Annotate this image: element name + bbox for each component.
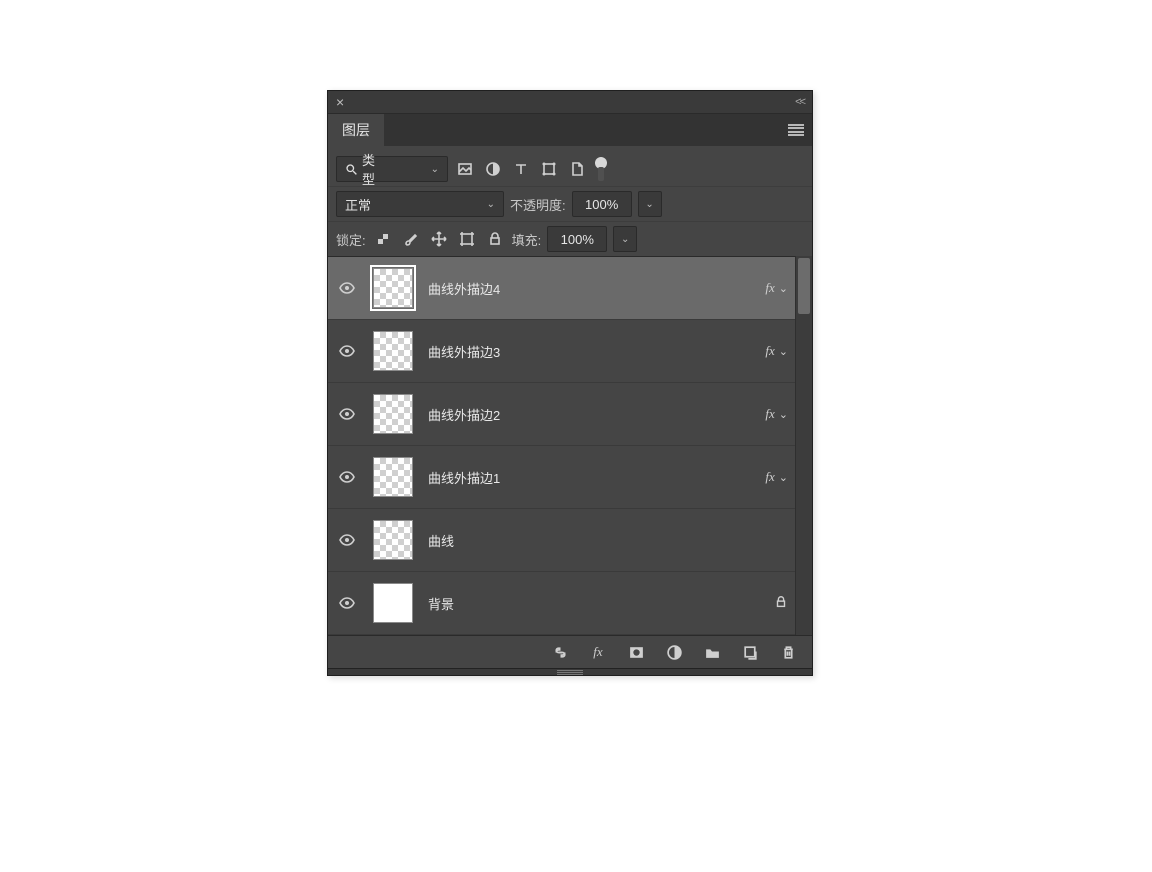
panel-footer: fx bbox=[328, 635, 812, 668]
opacity-dropdown-button[interactable]: ⌄ bbox=[638, 191, 662, 217]
opacity-label: 不透明度: bbox=[510, 195, 566, 214]
layer-name[interactable]: 背景 bbox=[420, 594, 774, 613]
fx-icon[interactable]: fx bbox=[588, 642, 608, 662]
layer-name[interactable]: 曲线外描边3 bbox=[420, 342, 765, 361]
link-icon[interactable] bbox=[550, 642, 570, 662]
layer-row[interactable]: 曲线外描边1fx ⌄ bbox=[328, 446, 812, 509]
smartobject-filter-icon[interactable] bbox=[566, 158, 588, 180]
artboard-lock-icon[interactable] bbox=[456, 228, 478, 250]
fx-indicator: fx bbox=[765, 280, 774, 296]
adjustment-icon[interactable] bbox=[664, 642, 684, 662]
layer-thumbnail[interactable] bbox=[373, 394, 413, 434]
chevron-down-icon: ⌄ bbox=[431, 164, 439, 175]
layer-thumbnail[interactable] bbox=[373, 331, 413, 371]
layer-name[interactable]: 曲线外描边1 bbox=[420, 468, 765, 487]
close-icon[interactable]: × bbox=[336, 95, 344, 109]
visibility-icon[interactable] bbox=[336, 403, 358, 425]
filter-toggle[interactable] bbox=[594, 157, 608, 181]
layer-thumbnail[interactable] bbox=[373, 583, 413, 623]
layer-name[interactable]: 曲线外描边4 bbox=[420, 279, 765, 298]
panel-header: × << bbox=[328, 91, 812, 114]
chevron-down-icon[interactable]: ⌄ bbox=[779, 408, 788, 421]
search-icon bbox=[345, 163, 358, 176]
lock-row: 锁定: 填充: 100% ⌄ bbox=[328, 221, 812, 256]
lock-label: 锁定: bbox=[336, 230, 366, 249]
fill-label: 填充: bbox=[512, 230, 542, 249]
chevron-down-icon[interactable]: ⌄ bbox=[779, 345, 788, 358]
scrollbar-thumb[interactable] bbox=[798, 258, 810, 314]
layer-kind-select[interactable]: 类型 ⌄ bbox=[336, 156, 448, 182]
layer-row[interactable]: 曲线外描边3fx ⌄ bbox=[328, 320, 812, 383]
image-filter-icon[interactable] bbox=[454, 158, 476, 180]
layer-row[interactable]: 曲线 bbox=[328, 509, 812, 572]
layer-name[interactable]: 曲线 bbox=[420, 531, 788, 550]
layer-thumbnail[interactable] bbox=[373, 520, 413, 560]
text-filter-icon[interactable] bbox=[510, 158, 532, 180]
mask-icon[interactable] bbox=[626, 642, 646, 662]
kind-label: 类型 bbox=[362, 150, 375, 188]
panel-tabbar: 图层 bbox=[328, 114, 812, 146]
layer-thumbnail[interactable] bbox=[373, 457, 413, 497]
layer-row[interactable]: 曲线外描边4fx ⌄ bbox=[328, 257, 812, 320]
trash-icon[interactable] bbox=[778, 642, 798, 662]
fx-indicator: fx bbox=[765, 406, 774, 422]
blend-row: 正常 ⌄ 不透明度: 100% ⌄ bbox=[328, 186, 812, 221]
visibility-icon[interactable] bbox=[336, 592, 358, 614]
layer-thumbnail[interactable] bbox=[373, 268, 413, 308]
move-icon[interactable] bbox=[428, 228, 450, 250]
folder-icon[interactable] bbox=[702, 642, 722, 662]
opacity-input[interactable]: 100% bbox=[572, 191, 632, 217]
fx-indicator: fx bbox=[765, 469, 774, 485]
blend-mode-value: 正常 bbox=[345, 195, 371, 214]
fx-indicator: fx bbox=[765, 343, 774, 359]
layer-row[interactable]: 背景 bbox=[328, 572, 812, 635]
chevron-down-icon[interactable]: ⌄ bbox=[779, 471, 788, 484]
layers-panel: × << 图层 类型 ⌄ 正常 ⌄ 不透明度: 100% ⌄ 锁定: bbox=[327, 90, 813, 676]
adjustment-filter-icon[interactable] bbox=[482, 158, 504, 180]
layer-name[interactable]: 曲线外描边2 bbox=[420, 405, 765, 424]
visibility-icon[interactable] bbox=[336, 277, 358, 299]
resize-handle[interactable] bbox=[328, 668, 812, 675]
layers-list: 曲线外描边4fx⌄曲线外描边3fx⌄曲线外描边2fx⌄曲线外描边1fx⌄曲线背景 bbox=[328, 256, 812, 635]
fill-input[interactable]: 100% bbox=[547, 226, 607, 252]
blend-mode-select[interactable]: 正常 ⌄ bbox=[336, 191, 504, 217]
brush-icon[interactable] bbox=[400, 228, 422, 250]
shape-filter-icon[interactable] bbox=[538, 158, 560, 180]
tab-layers[interactable]: 图层 bbox=[328, 114, 384, 146]
lock-all-icon[interactable] bbox=[484, 228, 506, 250]
fill-dropdown-button[interactable]: ⌄ bbox=[613, 226, 637, 252]
chevron-down-icon[interactable]: ⌄ bbox=[779, 282, 788, 295]
layer-row[interactable]: 曲线外描边2fx ⌄ bbox=[328, 383, 812, 446]
lock-pixels-icon[interactable] bbox=[372, 228, 394, 250]
filter-row-kind: 类型 ⌄ bbox=[328, 146, 812, 186]
lock-icon bbox=[774, 595, 788, 612]
chevron-down-icon: ⌄ bbox=[487, 199, 495, 210]
collapse-icon[interactable]: << bbox=[795, 97, 804, 108]
visibility-icon[interactable] bbox=[336, 340, 358, 362]
visibility-icon[interactable] bbox=[336, 529, 358, 551]
panel-menu-icon[interactable] bbox=[788, 124, 804, 136]
visibility-icon[interactable] bbox=[336, 466, 358, 488]
new-layer-icon[interactable] bbox=[740, 642, 760, 662]
scrollbar[interactable] bbox=[795, 256, 812, 635]
